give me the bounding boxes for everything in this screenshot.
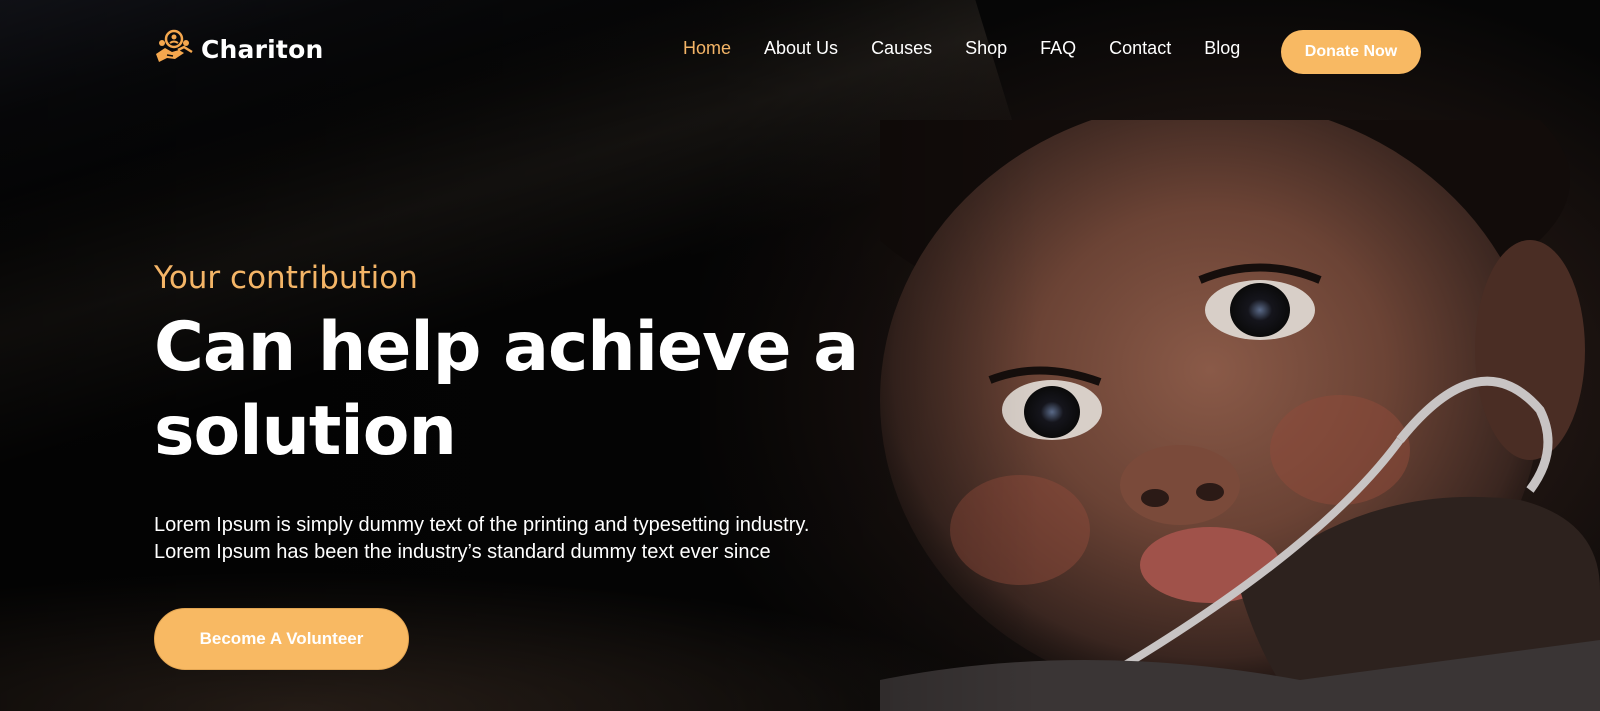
- hero-description: Lorem Ipsum is simply dummy text of the …: [154, 512, 914, 566]
- hero-description-line-1: Lorem Ipsum is simply dummy text of the …: [154, 514, 810, 536]
- charity-hands-icon: [156, 29, 193, 62]
- main-nav: Home About Us Causes Shop FAQ Contact Bl…: [683, 38, 1273, 59]
- nav-item-about-us[interactable]: About Us: [764, 38, 838, 59]
- nav-item-causes[interactable]: Causes: [871, 38, 932, 59]
- nav-item-blog[interactable]: Blog: [1204, 38, 1240, 59]
- brand-name: Chariton: [201, 34, 324, 64]
- become-volunteer-button[interactable]: Become A Volunteer: [154, 608, 409, 670]
- nav-item-home[interactable]: Home: [683, 38, 731, 59]
- hero-headline-line-1: Can help achieve a: [154, 308, 859, 387]
- hero-headline-line-2: solution: [154, 392, 457, 471]
- hero-description-line-2: Lorem Ipsum has been the industry’s stan…: [154, 541, 771, 563]
- donate-now-button[interactable]: Donate Now: [1281, 30, 1421, 74]
- site-header: Chariton Home About Us Causes Shop FAQ C…: [0, 0, 1600, 100]
- nav-item-contact[interactable]: Contact: [1109, 38, 1171, 59]
- nav-item-shop[interactable]: Shop: [965, 38, 1007, 59]
- nav-item-faq[interactable]: FAQ: [1040, 38, 1076, 59]
- hero-content: Your contribution Can help achieve a sol…: [154, 258, 914, 566]
- brand-logo[interactable]: Chariton: [153, 28, 323, 70]
- hero-subtitle: Your contribution: [154, 260, 418, 296]
- hero-section: Chariton Home About Us Causes Shop FAQ C…: [0, 0, 1600, 711]
- hero-headline: Can help achieve a solution: [154, 306, 914, 474]
